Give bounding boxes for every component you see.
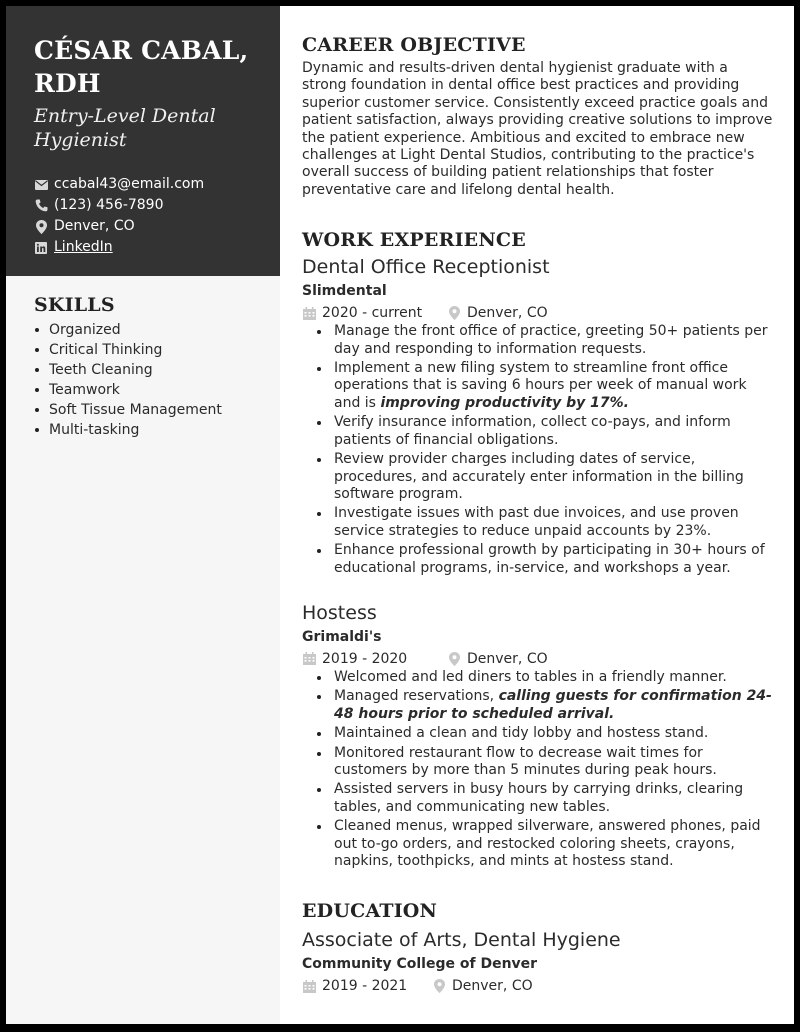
job-bullet: Assisted servers in busy hours by carryi…: [317, 781, 774, 816]
contact-email: ccabal43@email.com: [34, 174, 260, 195]
candidate-title: Entry-Level Dental Hygienist: [34, 105, 216, 151]
job-title: Hostess: [302, 601, 377, 624]
calendar-icon: [302, 652, 316, 666]
skill-item: Organized: [34, 320, 260, 340]
sidebar: CÉSAR CABAL, RDH Entry-Level Dental Hygi…: [6, 6, 280, 1024]
email-text: ccabal43@email.com: [54, 176, 205, 192]
skill-item: Soft Tissue Management: [34, 400, 260, 420]
job-location: Denver, CO: [467, 305, 548, 322]
skills-heading: SKILLS: [34, 294, 115, 316]
job-bullet: Review provider charges including dates …: [317, 451, 774, 503]
job-bullet: Manage the front office of practice, gre…: [317, 323, 774, 358]
job-bullets: Welcomed and led diners to tables in a f…: [302, 669, 774, 870]
education-location: Denver, CO: [452, 978, 533, 995]
job-bullet: Verify insurance information, collect co…: [317, 414, 774, 449]
location-pin-icon: [447, 306, 461, 321]
phone-icon: [34, 199, 48, 213]
location-pin-icon: [432, 979, 446, 994]
sidebar-header: CÉSAR CABAL, RDH Entry-Level Dental Hygi…: [6, 6, 280, 276]
calendar-icon: [302, 306, 316, 320]
location-pin-icon: [34, 219, 48, 234]
education-heading: EDUCATION: [302, 900, 438, 923]
contact-linkedin[interactable]: LinkedIn: [34, 237, 260, 258]
degree-title: Associate of Arts, Dental Hygiene: [302, 929, 621, 952]
job-meta: 2020 - current Denver, CO: [302, 303, 774, 323]
job-bullet: Enhance professional growth by participa…: [317, 542, 774, 577]
job-location: Denver, CO: [467, 650, 548, 667]
skill-item: Teeth Cleaning: [34, 360, 260, 380]
work-experience-section: WORK EXPERIENCE Dental Office Receptioni…: [302, 229, 774, 870]
skill-item: Multi-tasking: [34, 420, 260, 440]
job-dates: 2020 - current: [322, 305, 423, 322]
linkedin-link[interactable]: LinkedIn: [54, 237, 113, 258]
contact-list: ccabal43@email.com (123) 456-7890 Denver…: [34, 174, 260, 258]
education-meta: 2019 - 2021 Denver, CO: [302, 976, 774, 996]
experience-heading: WORK EXPERIENCE: [302, 229, 526, 252]
contact-phone: (123) 456-7890: [34, 195, 260, 216]
job-title: Dental Office Receptionist: [302, 256, 550, 279]
job-bullet: Welcomed and led diners to tables in a f…: [317, 669, 774, 686]
phone-text: (123) 456-7890: [54, 197, 164, 213]
skill-item: Critical Thinking: [34, 340, 260, 360]
location-pin-icon: [447, 651, 461, 666]
main-content: CAREER OBJECTIVE Dynamic and results-dri…: [280, 6, 794, 1024]
education-section: EDUCATION Associate of Arts, Dental Hygi…: [302, 900, 774, 996]
job-bullet: Monitored restaurant flow to decrease wa…: [317, 745, 774, 780]
objective-heading: CAREER OBJECTIVE: [302, 34, 526, 56]
location-text: Denver, CO: [54, 218, 135, 234]
job-bullet: Managed reservations, calling guests for…: [317, 688, 774, 723]
job-bullet: Cleaned menus, wrapped silverware, answe…: [317, 818, 774, 870]
objective-text: Dynamic and results-driven dental hygien…: [302, 60, 773, 198]
envelope-icon: [34, 178, 48, 192]
skills-section: SKILLS Organized Critical Thinking Teeth…: [6, 276, 280, 440]
job-bullet: Investigate issues with past due invoice…: [317, 505, 774, 540]
resume-page: CÉSAR CABAL, RDH Entry-Level Dental Hygi…: [6, 6, 794, 1024]
career-objective-section: CAREER OBJECTIVE Dynamic and results-dri…: [302, 34, 774, 199]
skills-list: Organized Critical Thinking Teeth Cleani…: [34, 320, 260, 440]
job-entry: Dental Office Receptionist Slimdental 20…: [302, 255, 774, 577]
job-entry: Hostess Grimaldi's 2019 - 2020 Denver, C…: [302, 601, 774, 870]
contact-location: Denver, CO: [34, 216, 260, 237]
education-dates: 2019 - 2021: [322, 978, 408, 995]
company-name: Slimdental: [302, 283, 387, 300]
job-bullet: Maintained a clean and tidy lobby and ho…: [317, 725, 774, 742]
linkedin-icon: [34, 241, 48, 255]
company-name: Grimaldi's: [302, 628, 382, 645]
candidate-name: CÉSAR CABAL, RDH: [34, 36, 249, 98]
job-bullets: Manage the front office of practice, gre…: [302, 323, 774, 577]
job-dates: 2019 - 2020: [322, 650, 408, 667]
skill-item: Teamwork: [34, 380, 260, 400]
job-bullet: Implement a new filing system to streaml…: [317, 360, 774, 412]
school-name: Community College of Denver: [302, 956, 538, 973]
calendar-icon: [302, 979, 316, 993]
job-meta: 2019 - 2020 Denver, CO: [302, 649, 774, 669]
